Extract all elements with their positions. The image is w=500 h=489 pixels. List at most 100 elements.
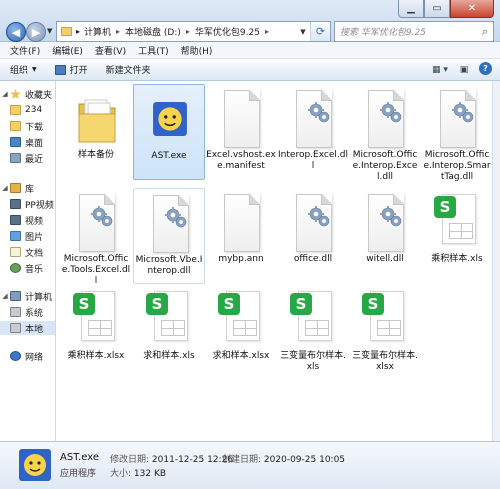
nav-computer-label: 计算机 xyxy=(25,292,53,303)
file-item[interactable]: witell.dll xyxy=(349,188,421,284)
view-options-button[interactable]: ▦ ▾ xyxy=(431,62,449,77)
file-item[interactable]: S 求和样本.xls xyxy=(133,285,205,381)
gears-icon xyxy=(380,206,402,227)
minimize-button[interactable]: ▁ xyxy=(398,0,424,18)
new-folder-button[interactable]: 新建文件夹 xyxy=(106,63,151,76)
details-created-label: 创建日期: xyxy=(222,455,262,465)
chevron-right-icon[interactable]: ▸ xyxy=(186,27,190,36)
chevron-right-icon[interactable]: ▸ xyxy=(265,27,269,36)
nav-network[interactable]: 网络 xyxy=(0,349,55,363)
drive-icon xyxy=(10,323,21,333)
dll-file-icon xyxy=(147,195,193,253)
scrollbar[interactable] xyxy=(492,81,500,441)
breadcrumb-current-folder[interactable]: 华军优化包9.25 xyxy=(195,25,260,38)
file-name: office.dll xyxy=(293,254,333,264)
address-history-dropdown[interactable]: ▼ xyxy=(296,28,310,36)
file-item[interactable]: Interop.Excel.dll xyxy=(277,84,349,180)
menu-view[interactable]: 查看(V) xyxy=(95,44,126,57)
file-name: Excel.vshost.exe.manifest xyxy=(206,150,276,171)
nav-computer[interactable]: ◢ 计算机 xyxy=(0,289,55,303)
folder-icon xyxy=(61,27,72,36)
file-item[interactable]: office.dll xyxy=(277,188,349,284)
dll-file-icon xyxy=(434,90,480,148)
nav-item-videos[interactable]: 视频 xyxy=(0,213,55,227)
organize-button[interactable]: 组织 ▼ xyxy=(10,63,37,76)
documents-icon xyxy=(10,247,21,257)
file-item[interactable]: S 乘积样本.xlsx xyxy=(60,285,132,381)
menu-help[interactable]: 帮助(H) xyxy=(181,44,213,57)
nav-item-recent[interactable]: 最近 xyxy=(0,151,55,165)
navigation-pane: ◢ 收藏夹 234 下载 桌面 最近 ◢ 库 PP视频 视频 图片 文档 音乐 … xyxy=(0,81,56,441)
file-name: 三变量布尔样本.xls xyxy=(280,351,346,372)
file-item[interactable]: S 乘积样本.xls xyxy=(421,188,493,284)
file-name: AST.exe xyxy=(151,151,187,161)
file-item[interactable]: Excel.vshost.exe.manifest xyxy=(205,84,277,180)
breadcrumb-computer[interactable]: 计算机 xyxy=(84,25,111,38)
menu-tools[interactable]: 工具(T) xyxy=(138,44,169,57)
music-icon xyxy=(10,263,21,273)
nav-item-label: 视频 xyxy=(25,216,44,227)
file-item[interactable]: Microsoft.Office.Interop.Excel.dll xyxy=(349,84,421,182)
help-button[interactable]: ? xyxy=(479,62,492,75)
nav-libraries-label: 库 xyxy=(25,184,35,195)
file-name: Microsoft.Vbe.Interop.dll xyxy=(135,255,203,276)
chevron-right-icon[interactable]: ▸ xyxy=(116,27,120,36)
file-item[interactable]: AST.exe xyxy=(133,84,205,180)
search-placeholder: 搜索 华军优化包9.25 xyxy=(340,28,426,38)
nav-item-documents[interactable]: 文档 xyxy=(0,245,55,259)
chevron-right-icon: ▸ xyxy=(76,27,81,36)
nav-item-music[interactable]: 音乐 xyxy=(0,261,55,275)
nav-item-local-disk[interactable]: 本地 xyxy=(0,321,55,335)
close-button[interactable]: ✕ xyxy=(450,0,494,18)
dll-file-icon xyxy=(73,194,119,252)
view-grid-icon: ▦ ▾ xyxy=(432,64,448,75)
expand-arrow-icon[interactable]: ◢ xyxy=(0,184,10,192)
nav-item-desktop[interactable]: 桌面 xyxy=(0,135,55,149)
back-button[interactable]: ◀ xyxy=(6,22,26,42)
menu-edit[interactable]: 编辑(E) xyxy=(52,44,83,57)
forward-button[interactable]: ▶ xyxy=(26,22,46,42)
file-item[interactable]: mybp.ann xyxy=(205,188,277,284)
details-size: 大小: 132 KB xyxy=(110,466,166,479)
file-item[interactable]: S 三变量布尔样本.xls xyxy=(277,285,349,381)
refresh-button[interactable]: ⟳ xyxy=(310,22,330,41)
file-item[interactable]: Microsoft.Office.Interop.SmartTag.dll xyxy=(421,84,493,182)
nav-item-downloads[interactable]: 下载 xyxy=(0,119,55,133)
file-item[interactable]: S 求和样本.xlsx xyxy=(205,285,277,381)
maximize-button[interactable]: ▭ xyxy=(424,0,450,18)
help-icon: ? xyxy=(483,64,488,73)
recent-pages-dropdown[interactable]: ▼ xyxy=(47,27,52,35)
window-controls: ▁ ▭ ✕ xyxy=(398,0,494,18)
file-name: 三变量布尔样本.xlsx xyxy=(352,351,418,372)
preview-pane-button[interactable]: ▣ xyxy=(455,62,473,77)
nav-item-pp-video[interactable]: PP视频 xyxy=(0,197,55,211)
file-item[interactable]: Microsoft.Vbe.Interop.dll xyxy=(133,188,205,284)
nav-libraries[interactable]: ◢ 库 xyxy=(0,181,55,195)
open-label: 打开 xyxy=(69,66,88,76)
command-bar: 组织 ▼ 打开 新建文件夹 ▦ ▾ ▣ ? xyxy=(0,59,500,81)
nav-item-label: 图片 xyxy=(25,232,44,243)
file-item[interactable]: 样本备份 xyxy=(60,84,132,180)
nav-item-234[interactable]: 234 xyxy=(0,103,55,117)
nav-item-label: 最近 xyxy=(25,154,44,165)
file-item[interactable]: Microsoft.Office.Tools.Excel.dll xyxy=(60,188,132,286)
address-bar[interactable]: ▸ 计算机 ▸ 本地磁盘 (D:) ▸ 华军优化包9.25 ▸ ▼ ⟳ xyxy=(56,21,331,42)
expand-arrow-icon[interactable]: ◢ xyxy=(0,90,10,98)
gears-icon xyxy=(308,206,330,227)
file-item[interactable]: S 三变量布尔样本.xlsx xyxy=(349,285,421,381)
spreadsheet-icon: S xyxy=(218,291,264,349)
file-name: 求和样本.xls xyxy=(143,351,195,361)
refresh-icon: ⟳ xyxy=(315,25,326,38)
details-file-type: 应用程序 xyxy=(60,469,97,479)
open-button[interactable]: 打开 xyxy=(54,63,88,76)
expand-arrow-icon[interactable]: ◢ xyxy=(0,292,10,300)
search-icon[interactable]: ⌕ xyxy=(482,25,488,39)
details-file-name: AST.exe xyxy=(60,452,100,463)
search-input[interactable]: 搜索 华军优化包9.25 ⌕ xyxy=(334,21,494,42)
nav-item-system-drive[interactable]: 系统 xyxy=(0,305,55,319)
menu-file[interactable]: 文件(F) xyxy=(10,44,40,57)
nav-favorites[interactable]: ◢ 收藏夹 xyxy=(0,87,55,101)
breadcrumb-drive-d[interactable]: 本地磁盘 (D:) xyxy=(125,25,181,38)
nav-item-pictures[interactable]: 图片 xyxy=(0,229,55,243)
nav-item-label: 系统 xyxy=(25,308,44,319)
